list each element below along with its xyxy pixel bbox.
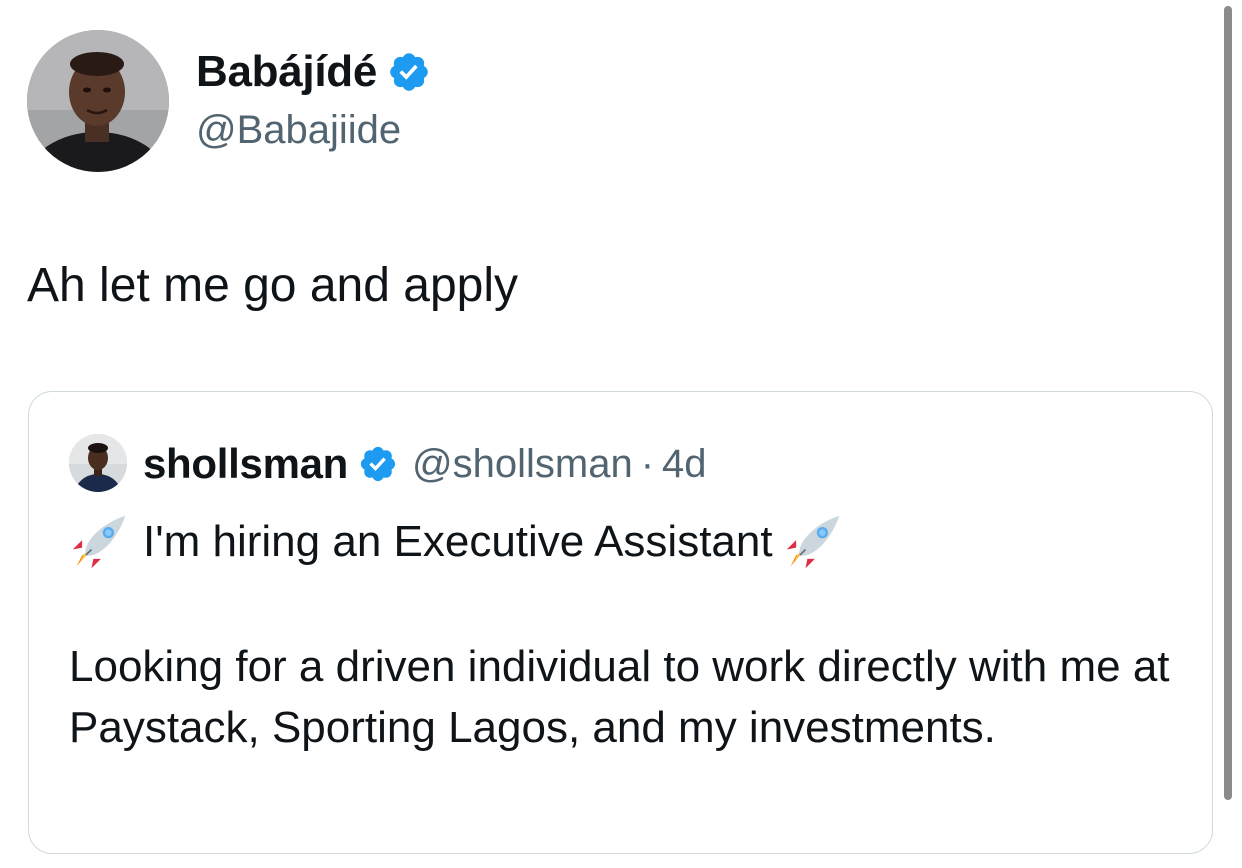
- rocket-icon: [69, 512, 129, 572]
- author-handle[interactable]: @Babajiide: [196, 108, 401, 153]
- author-name-row: Babájídé: [196, 44, 431, 100]
- verified-badge-icon: [387, 50, 431, 94]
- quoted-tweet-timestamp[interactable]: 4d: [662, 442, 707, 487]
- quoted-author-avatar[interactable]: [69, 434, 127, 492]
- quoted-tweet-header: shollsman @shollsman · 4d: [143, 436, 707, 492]
- verified-badge-icon: [358, 444, 398, 484]
- quoted-tweet-body: Looking for a driven individual to work …: [69, 642, 1170, 752]
- author-avatar[interactable]: [27, 30, 169, 172]
- author-name[interactable]: Babájídé: [196, 47, 377, 97]
- tweet-text: Ah let me go and apply: [27, 259, 518, 312]
- scrollbar[interactable]: [1224, 6, 1232, 800]
- quoted-author-handle[interactable]: @shollsman: [412, 442, 633, 487]
- quoted-author-avatar-image: [69, 434, 127, 492]
- quoted-tweet-headline: I'm hiring an Executive Assistant: [143, 517, 773, 566]
- quoted-tweet-headline-row: I'm hiring an Executive Assistant: [69, 510, 843, 574]
- tweet-page: Babájídé @Babajiide Ah let me go and app…: [0, 0, 1242, 868]
- rocket-icon: [783, 512, 843, 572]
- dot-separator: ·: [640, 441, 655, 486]
- quoted-tweet-card[interactable]: shollsman @shollsman · 4d I'm hiring an …: [28, 391, 1213, 854]
- quoted-author-name[interactable]: shollsman: [143, 440, 348, 488]
- author-avatar-image: [27, 30, 169, 172]
